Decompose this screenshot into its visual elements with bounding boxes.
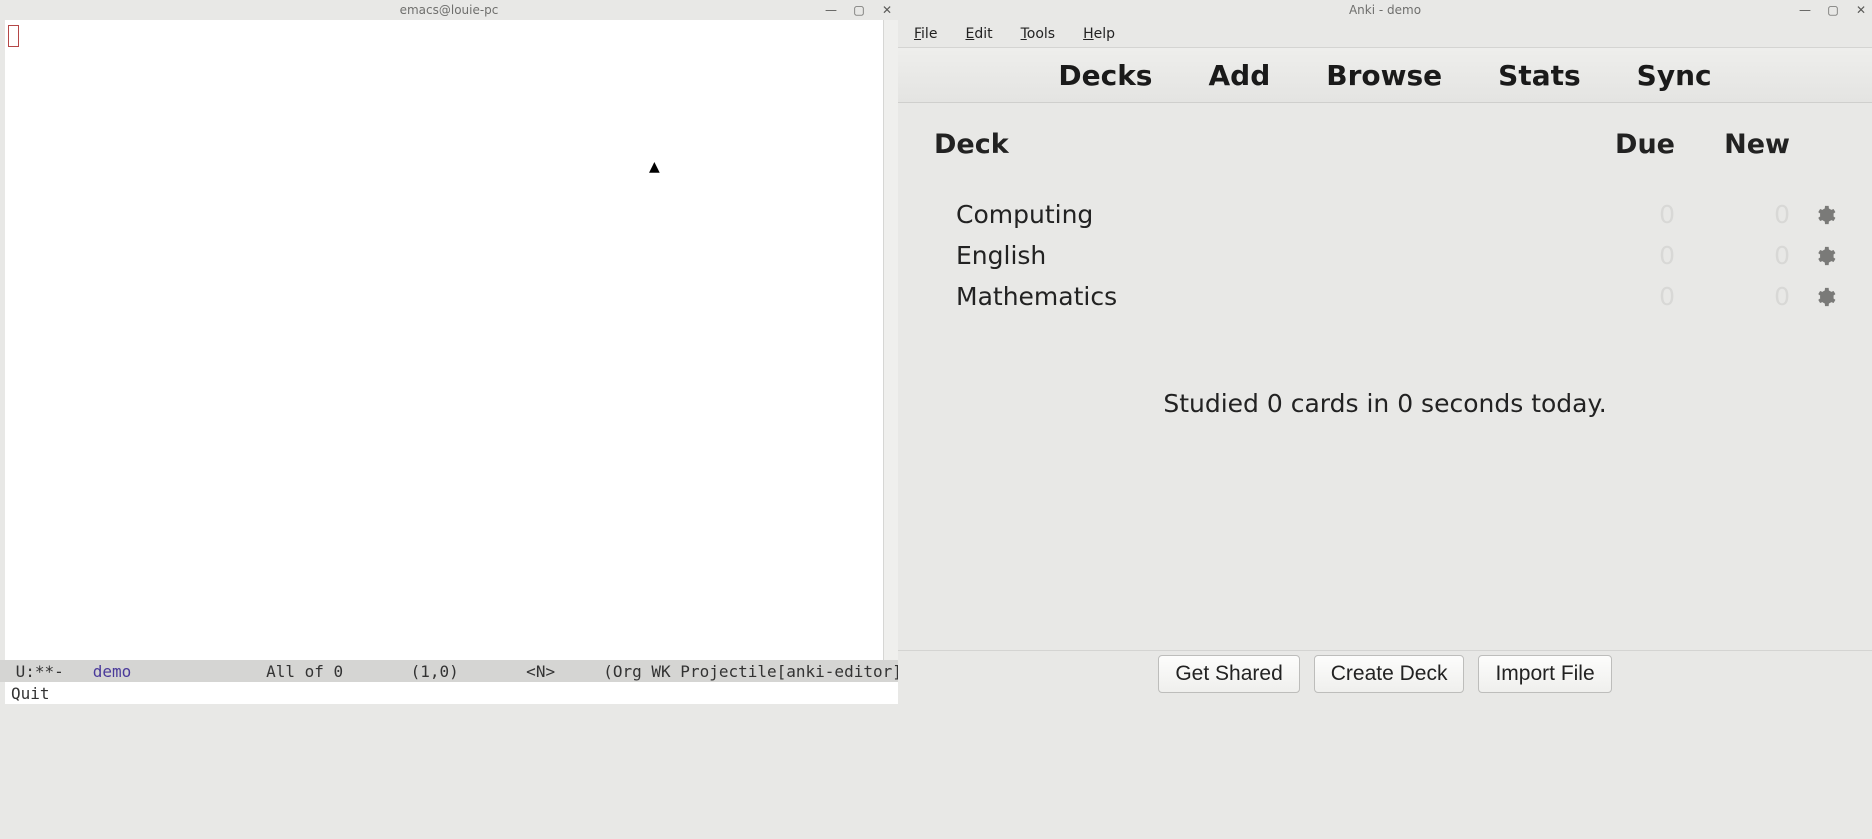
- desktop-background: [0, 704, 898, 839]
- deck-row[interactable]: Mathematics 0 0: [934, 276, 1836, 317]
- col-new-label: New: [1675, 129, 1790, 160]
- emacs-title: emacs@louie-pc: [400, 3, 499, 17]
- deck-name[interactable]: English: [934, 241, 1565, 270]
- anki-deck-panel: Deck Due New Computing 0 0 English 0 0: [898, 103, 1872, 650]
- import-file-button[interactable]: Import File: [1478, 655, 1611, 693]
- deck-due: 0: [1565, 241, 1675, 270]
- emacs-scrollbar[interactable]: [883, 20, 898, 660]
- modeline-status: All of 0 (1,0) <N> (Org WK Projectile[an…: [131, 662, 898, 681]
- tab-sync[interactable]: Sync: [1637, 59, 1712, 92]
- deck-new: 0: [1675, 241, 1790, 270]
- gear-icon[interactable]: [1814, 286, 1836, 308]
- close-icon[interactable]: ✕: [880, 3, 894, 17]
- anki-title: Anki - demo: [1349, 3, 1421, 17]
- maximize-icon[interactable]: ▢: [1826, 3, 1840, 17]
- emacs-buffer[interactable]: ▲: [5, 20, 883, 660]
- deck-name[interactable]: Computing: [934, 200, 1565, 229]
- minimize-icon[interactable]: —: [1798, 3, 1812, 17]
- anki-window: Anki - demo — ▢ ✕ File Edit Tools Help D…: [898, 0, 1872, 839]
- close-icon[interactable]: ✕: [1854, 3, 1868, 17]
- deck-row[interactable]: English 0 0: [934, 235, 1836, 276]
- minimize-icon[interactable]: —: [824, 3, 838, 17]
- col-deck-label: Deck: [934, 129, 1565, 160]
- maximize-icon[interactable]: ▢: [852, 3, 866, 17]
- col-due-label: Due: [1565, 129, 1675, 160]
- study-summary: Studied 0 cards in 0 seconds today.: [934, 389, 1836, 418]
- anki-bottombar: Get Shared Create Deck Import File: [898, 650, 1872, 702]
- echo-text: Quit: [11, 684, 50, 703]
- menu-file[interactable]: File: [914, 26, 937, 42]
- anki-titlebar[interactable]: Anki - demo — ▢ ✕: [898, 0, 1872, 20]
- tab-add[interactable]: Add: [1208, 59, 1270, 92]
- deck-due: 0: [1565, 200, 1675, 229]
- gear-icon[interactable]: [1814, 245, 1836, 267]
- emacs-text-cursor: [8, 25, 19, 47]
- deck-new: 0: [1675, 200, 1790, 229]
- deck-list: Computing 0 0 English 0 0 Mathematics 0 …: [934, 194, 1836, 317]
- mouse-pointer-icon: ▲: [649, 159, 660, 175]
- menu-file-label: ile: [921, 26, 937, 42]
- deck-new: 0: [1675, 282, 1790, 311]
- tab-browse[interactable]: Browse: [1326, 59, 1442, 92]
- deck-due: 0: [1565, 282, 1675, 311]
- menu-tools-label: ools: [1027, 26, 1055, 42]
- anki-menubar: File Edit Tools Help: [898, 20, 1872, 48]
- menu-help-label: elp: [1094, 26, 1115, 42]
- deck-name[interactable]: Mathematics: [934, 282, 1565, 311]
- gear-icon[interactable]: [1814, 204, 1836, 226]
- deck-table-header: Deck Due New: [934, 129, 1836, 178]
- menu-help[interactable]: Help: [1083, 26, 1115, 42]
- modeline-prefix: U:**-: [6, 662, 93, 681]
- create-deck-button[interactable]: Create Deck: [1314, 655, 1465, 693]
- emacs-echo-area: Quit: [0, 682, 898, 704]
- menu-edit-label: dit: [974, 26, 992, 42]
- menu-edit[interactable]: Edit: [965, 26, 992, 42]
- tab-stats[interactable]: Stats: [1498, 59, 1581, 92]
- emacs-titlebar[interactable]: emacs@louie-pc — ▢ ✕: [0, 0, 898, 20]
- anki-toolbar: Decks Add Browse Stats Sync: [898, 48, 1872, 103]
- emacs-window: emacs@louie-pc — ▢ ✕ ▲ U:**- demo All of…: [0, 0, 898, 839]
- get-shared-button[interactable]: Get Shared: [1158, 655, 1299, 693]
- desktop-background: [898, 702, 1872, 839]
- menu-tools[interactable]: Tools: [1021, 26, 1056, 42]
- deck-row[interactable]: Computing 0 0: [934, 194, 1836, 235]
- tab-decks[interactable]: Decks: [1058, 59, 1152, 92]
- modeline-buffer-name: demo: [93, 662, 132, 681]
- emacs-modeline[interactable]: U:**- demo All of 0 (1,0) <N> (Org WK Pr…: [0, 660, 898, 682]
